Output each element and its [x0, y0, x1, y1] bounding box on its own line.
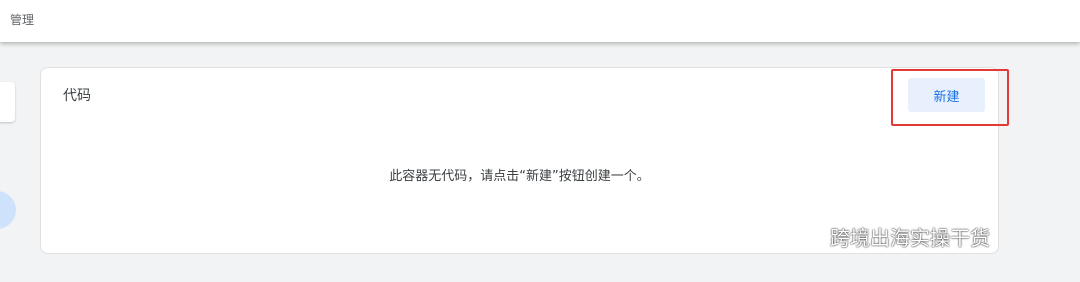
- empty-state-message: 此容器无代码，请点击“新建”按钮创建一个。: [389, 169, 650, 184]
- left-avatar-circle[interactable]: [0, 191, 16, 229]
- code-card: 代码 新建 此容器无代码，请点击“新建”按钮创建一个。: [40, 67, 999, 254]
- new-button[interactable]: 新建: [908, 78, 985, 112]
- left-panel-card-edge[interactable]: [0, 82, 15, 122]
- card-title: 代码: [63, 88, 91, 104]
- top-header-bar: 管理: [0, 0, 1080, 42]
- header-title: 管理: [10, 13, 35, 27]
